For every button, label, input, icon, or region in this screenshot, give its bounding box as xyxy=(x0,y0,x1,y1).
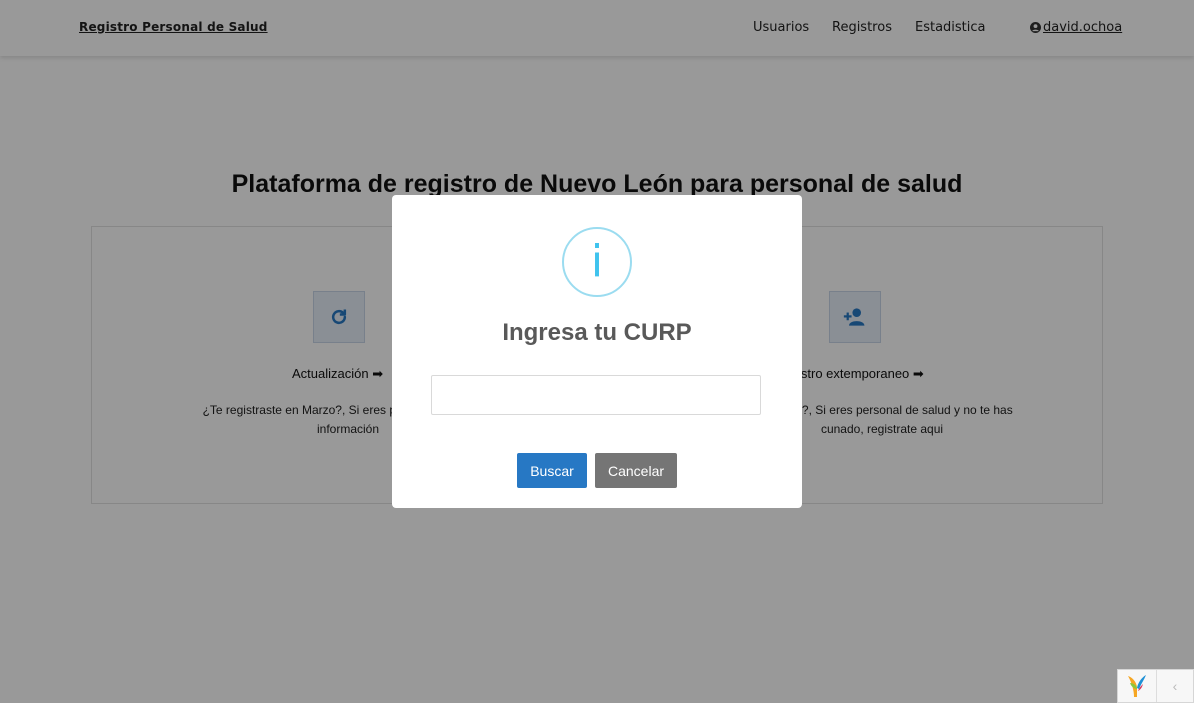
yii-logo-icon[interactable] xyxy=(1118,670,1157,702)
search-button[interactable]: Buscar xyxy=(517,453,587,488)
curp-input[interactable] xyxy=(431,375,761,415)
debug-toggle-button[interactable]: ‹ xyxy=(1157,670,1193,702)
curp-modal: i Ingresa tu CURP Buscar Cancelar xyxy=(392,195,802,508)
debug-toolbar: ‹ xyxy=(1117,669,1194,703)
modal-title: Ingresa tu CURP xyxy=(502,319,692,346)
info-icon: i xyxy=(562,227,632,297)
cancel-button[interactable]: Cancelar xyxy=(595,453,677,488)
